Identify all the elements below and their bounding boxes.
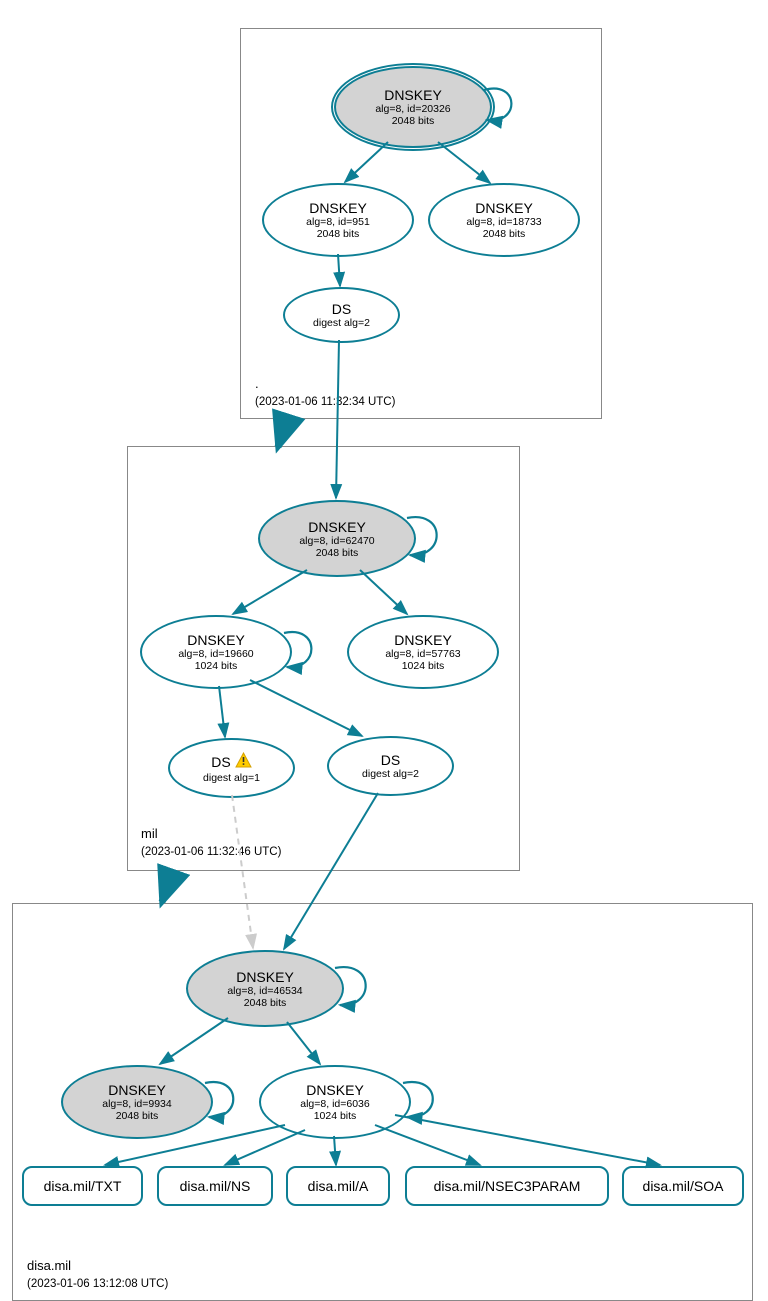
node-sub1: alg=8, id=20326 <box>375 103 450 115</box>
node-title: DNSKEY <box>236 969 294 985</box>
node-title: DS <box>332 301 351 317</box>
node-sub1: digest alg=2 <box>313 317 370 329</box>
warning-icon <box>235 752 252 772</box>
node-sub2: 2048 bits <box>483 228 526 240</box>
node-disa-ksk[interactable]: DNSKEY alg=8, id=46534 2048 bits <box>186 950 344 1027</box>
node-disa-zsk1[interactable]: DNSKEY alg=8, id=9934 2048 bits <box>61 1065 213 1139</box>
node-title: DNSKEY <box>308 519 366 535</box>
node-mil-ksk[interactable]: DNSKEY alg=8, id=62470 2048 bits <box>258 500 416 577</box>
node-root-zsk2[interactable]: DNSKEY alg=8, id=18733 2048 bits <box>428 183 580 257</box>
node-sub1: digest alg=1 <box>203 772 260 784</box>
rr-soa[interactable]: disa.mil/SOA <box>622 1166 744 1206</box>
node-sub2: 2048 bits <box>392 115 435 127</box>
rr-a[interactable]: disa.mil/A <box>286 1166 390 1206</box>
node-disa-zsk2[interactable]: DNSKEY alg=8, id=6036 1024 bits <box>259 1065 411 1139</box>
zone-root-name: . <box>255 376 259 391</box>
node-title: DNSKEY <box>394 632 452 648</box>
node-sub1: alg=8, id=19660 <box>178 648 253 660</box>
node-sub2: 1024 bits <box>314 1110 357 1122</box>
zone-mil-label: mil (2023-01-06 11:32:46 UTC) <box>141 826 281 860</box>
node-root-ksk[interactable]: DNSKEY alg=8, id=20326 2048 bits <box>334 66 492 148</box>
node-sub1: digest alg=2 <box>362 768 419 780</box>
node-title: DNSKEY <box>309 200 367 216</box>
zone-root-ts: (2023-01-06 11:32:34 UTC) <box>255 396 395 408</box>
node-sub1: alg=8, id=62470 <box>299 535 374 547</box>
node-mil-zsk1[interactable]: DNSKEY alg=8, id=19660 1024 bits <box>140 615 292 689</box>
node-root-zsk1[interactable]: DNSKEY alg=8, id=951 2048 bits <box>262 183 414 257</box>
node-title: DNSKEY <box>384 87 442 103</box>
node-title: DNSKEY <box>475 200 533 216</box>
node-mil-zsk2[interactable]: DNSKEY alg=8, id=57763 1024 bits <box>347 615 499 689</box>
rr-nsec3[interactable]: disa.mil/NSEC3PARAM <box>405 1166 609 1206</box>
zone-root-label: . (2023-01-06 11:32:34 UTC) <box>255 376 395 410</box>
node-sub1: alg=8, id=18733 <box>466 216 541 228</box>
zone-disa-name: disa.mil <box>27 1258 71 1273</box>
node-sub2: 1024 bits <box>195 660 238 672</box>
node-title: DNSKEY <box>108 1082 166 1098</box>
node-sub2: 2048 bits <box>244 997 287 1009</box>
node-sub1: alg=8, id=9934 <box>102 1098 171 1110</box>
node-sub1: alg=8, id=57763 <box>385 648 460 660</box>
rr-ns[interactable]: disa.mil/NS <box>157 1166 273 1206</box>
node-sub2: 1024 bits <box>402 660 445 672</box>
node-sub2: 2048 bits <box>316 547 359 559</box>
rr-txt[interactable]: disa.mil/TXT <box>22 1166 143 1206</box>
node-sub1: alg=8, id=46534 <box>227 985 302 997</box>
zone-mil-ts: (2023-01-06 11:32:46 UTC) <box>141 846 281 858</box>
node-title: DNSKEY <box>187 632 245 648</box>
zone-disa-label: disa.mil (2023-01-06 13:12:08 UTC) <box>27 1258 168 1292</box>
node-title: DS <box>211 754 230 770</box>
node-mil-ds2[interactable]: DS digest alg=2 <box>327 736 454 796</box>
node-sub2: 2048 bits <box>317 228 360 240</box>
zone-disa-ts: (2023-01-06 13:12:08 UTC) <box>27 1278 168 1290</box>
zone-mil-name: mil <box>141 826 158 841</box>
node-title: DS <box>381 752 400 768</box>
node-sub1: alg=8, id=951 <box>306 216 370 228</box>
node-root-ds[interactable]: DS digest alg=2 <box>283 287 400 343</box>
node-title: DNSKEY <box>306 1082 364 1098</box>
node-mil-ds1[interactable]: DS digest alg=1 <box>168 738 295 798</box>
node-sub1: alg=8, id=6036 <box>300 1098 369 1110</box>
node-sub2: 2048 bits <box>116 1110 159 1122</box>
